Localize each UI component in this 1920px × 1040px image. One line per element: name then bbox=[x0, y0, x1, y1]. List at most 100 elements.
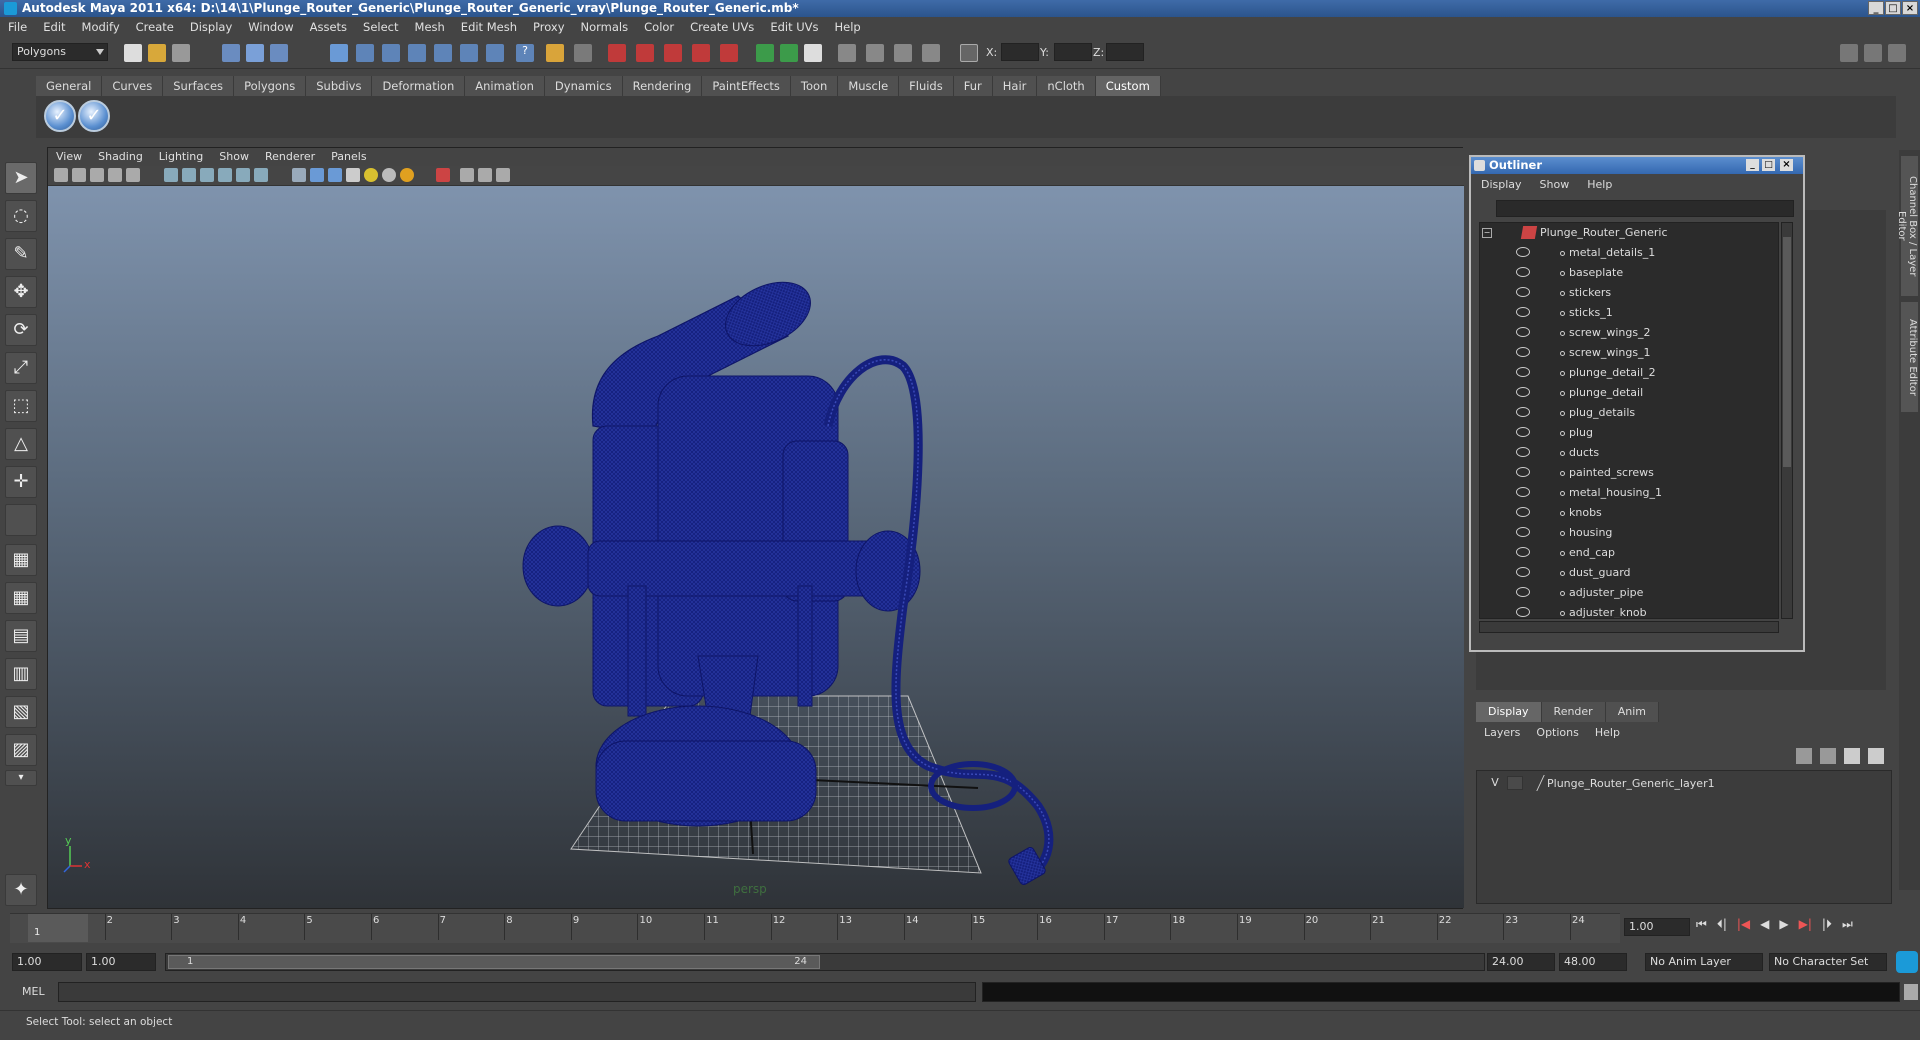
field-chart-icon[interactable] bbox=[236, 168, 250, 182]
shelf-tab-general[interactable]: General bbox=[36, 76, 103, 96]
shelf-tab-rendering[interactable]: Rendering bbox=[622, 76, 703, 96]
menu-create-uvs[interactable]: Create UVs bbox=[690, 20, 754, 34]
shelf-tab-curves[interactable]: Curves bbox=[102, 76, 164, 96]
list-item[interactable]: screw_wings_2 bbox=[1480, 323, 1778, 343]
graph-persp-layout-icon[interactable]: ▥ bbox=[5, 658, 37, 690]
mel-label[interactable]: MEL bbox=[22, 985, 45, 998]
perspective-viewport[interactable]: View Shading Lighting Show Renderer Pane… bbox=[47, 147, 1464, 909]
select-tool-icon[interactable]: ➤ bbox=[5, 162, 37, 194]
deform-icon[interactable] bbox=[894, 44, 912, 62]
new-layer-from-selection-icon[interactable] bbox=[1868, 748, 1884, 764]
current-time-field[interactable]: 1.00 bbox=[1624, 918, 1690, 936]
side-tab-attribute-editor[interactable]: Attribute Editor bbox=[1901, 302, 1918, 412]
wireframe-on-shaded-icon[interactable] bbox=[328, 168, 342, 182]
isolate-select-icon[interactable] bbox=[436, 168, 450, 182]
outliner-scroll-thumb[interactable] bbox=[1783, 237, 1791, 467]
camera-select-icon[interactable] bbox=[54, 168, 68, 182]
smooth-shading-icon[interactable] bbox=[310, 168, 324, 182]
outliner-close-button[interactable]: × bbox=[1780, 159, 1793, 171]
range-slider[interactable]: 1 24 bbox=[165, 953, 1485, 971]
dynamics-icon[interactable] bbox=[922, 44, 940, 62]
minimize-button[interactable]: _ bbox=[1868, 1, 1884, 15]
outliner-minimize-button[interactable]: _ bbox=[1746, 159, 1759, 171]
menu-color[interactable]: Color bbox=[644, 20, 674, 34]
shelf-tab-fur[interactable]: Fur bbox=[953, 76, 993, 96]
layer-tab-display[interactable]: Display bbox=[1476, 702, 1542, 722]
save-scene-icon[interactable] bbox=[172, 44, 190, 62]
shelf-tab-ncloth[interactable]: nCloth bbox=[1037, 76, 1096, 96]
show-manipulator-icon[interactable]: ✛ bbox=[5, 466, 37, 498]
move-layer-up-icon[interactable] bbox=[1796, 748, 1812, 764]
list-item[interactable]: painted_screws bbox=[1480, 463, 1778, 483]
select-object-icon[interactable] bbox=[246, 44, 264, 62]
menu-modify[interactable]: Modify bbox=[82, 20, 120, 34]
xray-components-icon[interactable] bbox=[496, 168, 510, 182]
shelf-tab-muscle[interactable]: Muscle bbox=[838, 76, 900, 96]
list-item[interactable]: housing bbox=[1480, 523, 1778, 543]
snap-point-icon[interactable] bbox=[382, 44, 400, 62]
collapse-toggle-icon[interactable]: − bbox=[1482, 228, 1492, 238]
list-item[interactable]: screw_wings_1 bbox=[1480, 343, 1778, 363]
layer-menu-options[interactable]: Options bbox=[1536, 724, 1578, 742]
universal-manipulator-icon[interactable]: ⬚ bbox=[5, 390, 37, 422]
new-empty-layer-icon[interactable] bbox=[1844, 748, 1860, 764]
layer-menu-help[interactable]: Help bbox=[1595, 724, 1620, 742]
outliner-root-row[interactable]: − Plunge_Router_Generic bbox=[1480, 223, 1778, 243]
use-default-lights-icon[interactable] bbox=[364, 168, 378, 182]
step-back-key-icon[interactable]: |◀ bbox=[1737, 917, 1750, 932]
outliner-graph-layout-icon[interactable]: ▨ bbox=[5, 734, 37, 766]
viewport-menu-show[interactable]: Show bbox=[219, 148, 249, 166]
open-scene-icon[interactable] bbox=[148, 44, 166, 62]
z-field[interactable] bbox=[1106, 43, 1144, 61]
anim-layer-dropdown[interactable]: No Anim Layer bbox=[1645, 953, 1763, 971]
scale-tool-icon[interactable]: ⤢ bbox=[5, 352, 37, 384]
shelf-tab-deformation[interactable]: Deformation bbox=[372, 76, 466, 96]
go-to-start-icon[interactable]: ⏮ bbox=[1696, 917, 1707, 932]
list-item[interactable]: metal_details_1 bbox=[1480, 243, 1778, 263]
maximize-button[interactable]: □ bbox=[1885, 1, 1901, 15]
move-layer-down-icon[interactable] bbox=[1820, 748, 1836, 764]
current-time-marker[interactable]: 1 bbox=[28, 914, 88, 942]
attribute-editor-toggle-icon[interactable] bbox=[1840, 44, 1858, 62]
viewport-menu-renderer[interactable]: Renderer bbox=[265, 148, 315, 166]
lasso-tool-icon[interactable]: ◌ bbox=[5, 200, 37, 232]
list-item[interactable]: baseplate bbox=[1480, 263, 1778, 283]
layer-menu-layers[interactable]: Layers bbox=[1484, 724, 1520, 742]
script-editor-icon[interactable] bbox=[1904, 984, 1918, 1000]
camera-icon[interactable] bbox=[838, 44, 856, 62]
x-field[interactable] bbox=[1001, 43, 1039, 61]
new-scene-icon[interactable] bbox=[124, 44, 142, 62]
paint-select-tool-icon[interactable]: ✎ bbox=[5, 238, 37, 270]
viewport-menu-panels[interactable]: Panels bbox=[331, 148, 366, 166]
layer-tab-anim[interactable]: Anim bbox=[1605, 702, 1659, 722]
outliner-filter-input[interactable] bbox=[1496, 200, 1794, 217]
outliner-menu-display[interactable]: Display bbox=[1481, 176, 1522, 194]
menu-display[interactable]: Display bbox=[190, 20, 232, 34]
outliner-horizontal-scrollbar[interactable] bbox=[1479, 621, 1779, 633]
animation-start-field[interactable]: 1.00 bbox=[12, 953, 82, 971]
last-tool-icon[interactable] bbox=[5, 504, 37, 536]
list-item[interactable]: knobs bbox=[1480, 503, 1778, 523]
safe-action-icon[interactable] bbox=[254, 168, 268, 182]
textured-icon[interactable] bbox=[346, 168, 360, 182]
light-icon[interactable] bbox=[866, 44, 884, 62]
snap-grid-icon[interactable] bbox=[330, 44, 348, 62]
auto-key-icon[interactable] bbox=[1896, 951, 1918, 973]
layer-tab-render[interactable]: Render bbox=[1541, 702, 1606, 722]
lock-icon[interactable] bbox=[546, 44, 564, 62]
single-pane-layout-icon[interactable]: ▦ bbox=[5, 544, 37, 576]
range-slider-thumb[interactable]: 1 24 bbox=[168, 955, 820, 969]
menu-select[interactable]: Select bbox=[363, 20, 398, 34]
shelf-tab-surfaces[interactable]: Surfaces bbox=[163, 76, 235, 96]
time-slider[interactable]: 123456789101112131415161718192021222324 … bbox=[10, 913, 1620, 943]
step-forward-key-icon[interactable]: ▶| bbox=[1799, 917, 1812, 932]
select-hierarchy-icon[interactable] bbox=[222, 44, 240, 62]
bookmark-icon[interactable] bbox=[90, 168, 104, 182]
tool-settings-toggle-icon[interactable] bbox=[1864, 44, 1882, 62]
snap-view-plane-icon[interactable] bbox=[408, 44, 426, 62]
film-gate-icon[interactable] bbox=[182, 168, 196, 182]
go-to-end-icon[interactable]: ⏭ bbox=[1842, 917, 1853, 932]
step-forward-frame-icon[interactable]: |⏵ bbox=[1822, 917, 1832, 932]
channel-box-toggle-icon[interactable] bbox=[1888, 44, 1906, 62]
list-item[interactable]: adjuster_knob bbox=[1480, 603, 1778, 618]
